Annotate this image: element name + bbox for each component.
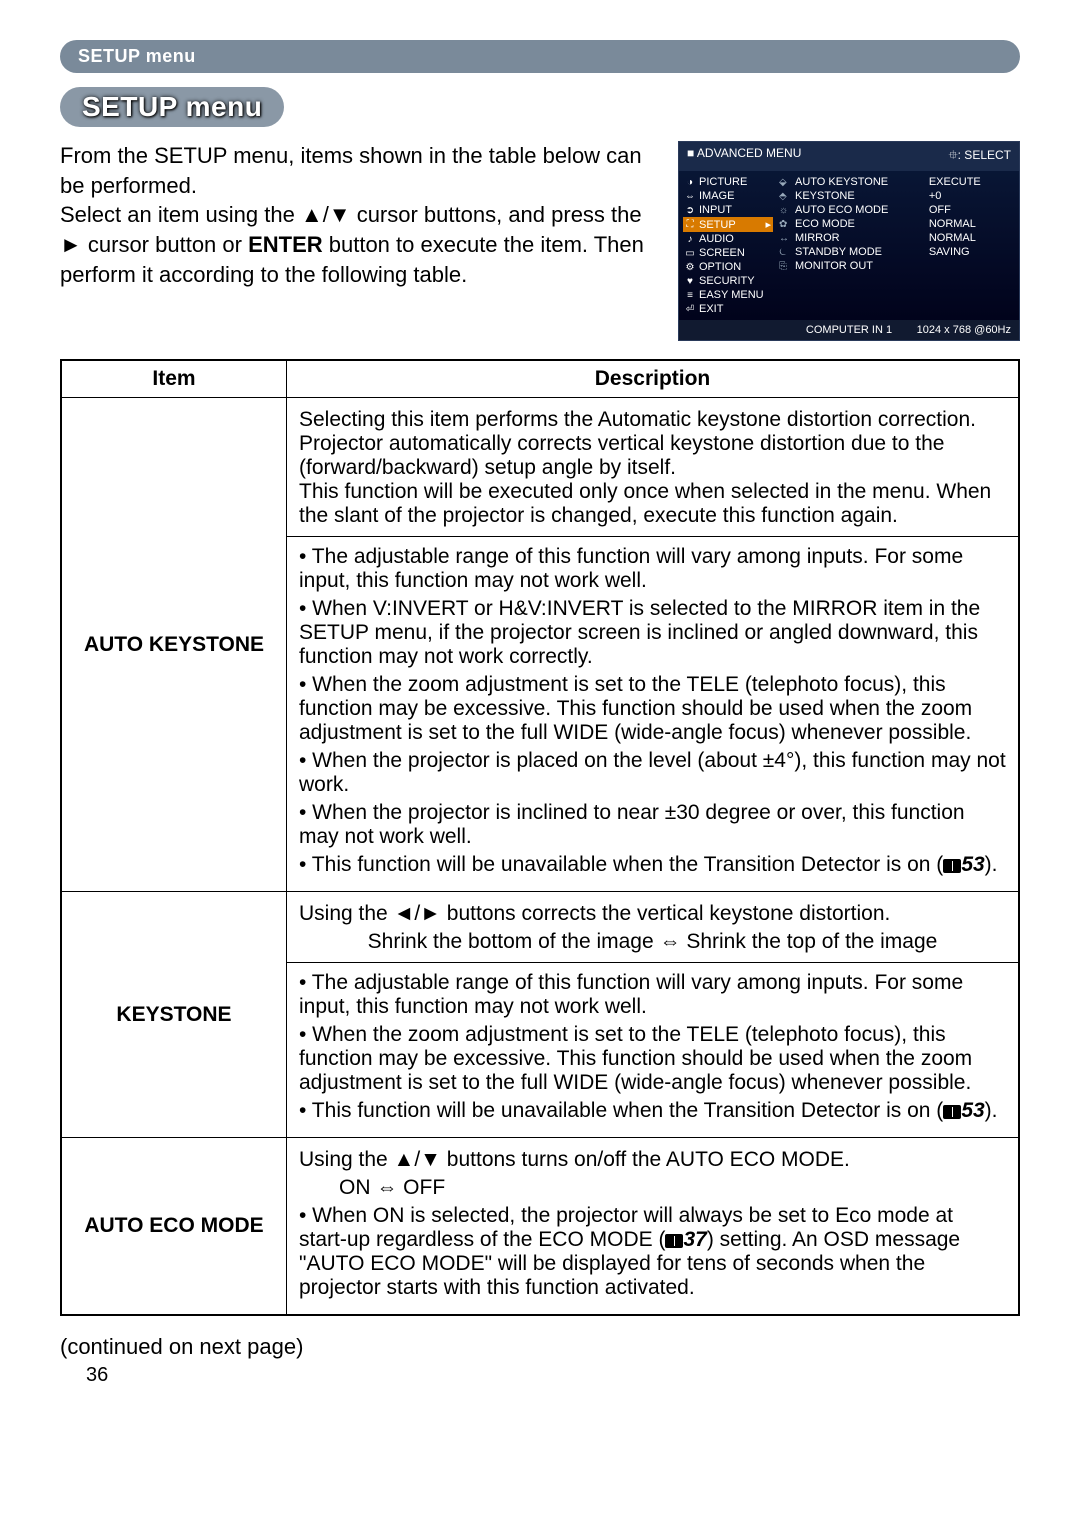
osd-footer-source: COMPUTER IN 1 xyxy=(795,324,903,336)
intro-paragraph: From the SETUP menu, items shown in the … xyxy=(60,141,658,289)
desc-keystone: Using the ◄/► buttons corrects the verti… xyxy=(287,892,1020,1138)
security-icon: ♥ xyxy=(685,276,695,287)
osd-menu-item: ≡EASY MENU xyxy=(683,288,773,302)
intro-enter-label: ENTER xyxy=(248,232,323,257)
osd-menu-item: ▭SCREEN xyxy=(683,246,773,260)
table-row: AUTO ECO MODE Using the ▲/▼ buttons turn… xyxy=(61,1138,1019,1316)
auto-eco-icon: ☼ xyxy=(779,205,791,216)
osd-menu-item: ♪AUDIO xyxy=(683,232,773,246)
section-pill-title: SETUP menu xyxy=(60,87,284,127)
page-number: 36 xyxy=(86,1364,1020,1387)
audio-icon: ♪ xyxy=(685,234,695,245)
eco-mode-icon: ✿ xyxy=(779,219,791,230)
osd-menu-item: ♥SECURITY xyxy=(683,274,773,288)
osd-title: ■ ADVANCED MENU xyxy=(687,146,801,167)
picture-icon: ◑ xyxy=(685,177,695,188)
manual-ref-icon xyxy=(665,1234,683,1248)
osd-left-menu: ◑PICTURE ⇔IMAGE ➲INPUT ⛶SETUP▸ ♪AUDIO ▭S… xyxy=(679,171,777,320)
osd-footer-resolution: 1024 x 768 @60Hz xyxy=(903,324,1011,336)
manual-ref-icon xyxy=(943,1105,961,1119)
settings-table: Item Description AUTO KEYSTONE Selecting… xyxy=(60,359,1020,1316)
col-desc-header: Description xyxy=(287,360,1020,398)
auto-keystone-icon: ⬙ xyxy=(779,177,791,188)
table-row: KEYSTONE Using the ◄/► buttons corrects … xyxy=(61,892,1019,1138)
item-auto-keystone: AUTO KEYSTONE xyxy=(61,398,287,892)
manual-ref-icon xyxy=(943,859,961,873)
input-icon: ➲ xyxy=(685,205,695,216)
desc-auto-keystone: Selecting this item performs the Automat… xyxy=(287,398,1020,892)
osd-menu-item: ⚙OPTION xyxy=(683,260,773,274)
section-header: SETUP menu xyxy=(60,40,1020,73)
monitor-out-icon: ⎘ xyxy=(779,261,791,272)
osd-screenshot: ■ ADVANCED MENU ⯐: SELECT ◑PICTURE ⇔IMAG… xyxy=(678,141,1020,341)
easymenu-icon: ≡ xyxy=(685,290,695,301)
osd-menu-item: ➲INPUT xyxy=(683,203,773,217)
setup-icon: ⛶ xyxy=(685,219,695,230)
standby-icon: ⏾ xyxy=(779,247,791,258)
osd-select-hint: ⯐: SELECT xyxy=(949,146,1011,167)
option-icon: ⚙ xyxy=(685,262,695,273)
item-auto-eco-mode: AUTO ECO MODE xyxy=(61,1138,287,1316)
osd-menu-item: ⇔IMAGE xyxy=(683,189,773,203)
screen-icon: ▭ xyxy=(685,248,695,259)
osd-menu-item-selected: ⛶SETUP▸ xyxy=(683,217,773,232)
desc-auto-eco-mode: Using the ▲/▼ buttons turns on/off the A… xyxy=(287,1138,1020,1316)
osd-menu-item: ⏎EXIT xyxy=(683,302,773,316)
item-keystone: KEYSTONE xyxy=(61,892,287,1138)
col-item-header: Item xyxy=(61,360,287,398)
table-row: AUTO KEYSTONE Selecting this item perfor… xyxy=(61,398,1019,892)
mirror-icon: ↔ xyxy=(779,233,791,244)
exit-icon: ⏎ xyxy=(685,304,695,315)
osd-right-pane: ⬙AUTO KEYSTONE ⬘KEYSTONE ☼AUTO ECO MODE … xyxy=(777,171,1019,320)
keystone-icon: ⬘ xyxy=(779,191,791,202)
osd-menu-item: ◑PICTURE xyxy=(683,175,773,189)
continued-label: (continued on next page) xyxy=(60,1334,1020,1360)
image-icon: ⇔ xyxy=(685,191,695,202)
